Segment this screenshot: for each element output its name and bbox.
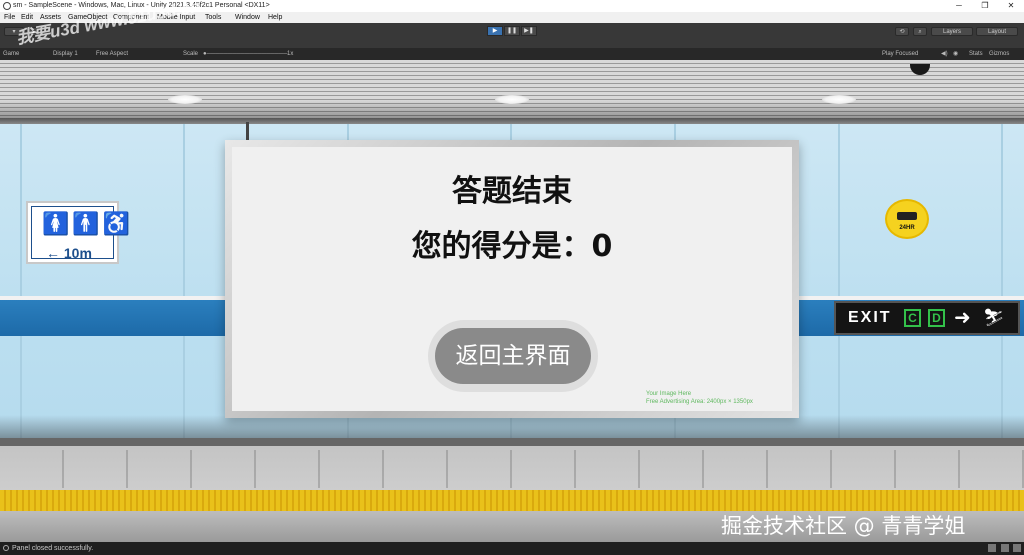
menu-help[interactable]: Help: [268, 12, 282, 23]
minimize-button[interactable]: ─: [946, 0, 972, 12]
restroom-sign: 🚺🚹♿ ← 10m: [26, 201, 130, 264]
arrow-right-icon: ➜: [954, 307, 971, 329]
close-button[interactable]: ✕: [998, 0, 1024, 12]
settings-icon[interactable]: [1013, 544, 1021, 552]
ad-line-2: Free Advertising Area: 2400px × 1350px: [646, 399, 753, 405]
wall-panel-seam: [183, 124, 185, 440]
status-bar: Panel closed successfully.: [0, 542, 1024, 555]
unity-logo-icon: [3, 2, 11, 10]
quiz-end-title: 答题结束: [452, 174, 572, 209]
stats-button[interactable]: Stats: [969, 48, 983, 60]
history-icon[interactable]: ⟲: [895, 27, 909, 36]
play-controls: ▶ ❚❚ ▶❚: [487, 26, 537, 36]
exit-sign: EXIT C D ➜ ⛷: [834, 301, 1020, 335]
menu-window[interactable]: Window: [235, 12, 260, 23]
menu-file[interactable]: File: [4, 12, 15, 23]
cctv-sign: 24HR: [885, 199, 929, 239]
step-button[interactable]: ▶❚: [521, 26, 537, 36]
wall-panel-seam: [838, 124, 840, 440]
debug-icon[interactable]: [1001, 544, 1009, 552]
wall-shadow: [0, 415, 1024, 440]
progress-icon[interactable]: [988, 544, 996, 552]
floor-tiles: [0, 450, 1024, 488]
aspect-dropdown[interactable]: Free Aspect: [96, 48, 128, 60]
mute-audio-icon[interactable]: ◀): [941, 48, 948, 60]
restroom-icon: 🚺🚹♿: [42, 211, 134, 236]
info-icon: [3, 545, 9, 551]
ceiling-light: [495, 95, 529, 104]
ceiling-light: [822, 95, 856, 104]
wall-panel-seam: [1001, 124, 1003, 440]
menu-tools[interactable]: Tools: [205, 12, 221, 23]
exit-label: EXIT: [848, 309, 892, 326]
wall-panel-seam: [20, 124, 22, 440]
ad-placeholder-text: Your Image Here Free Advertising Area: 2…: [646, 390, 753, 406]
restroom-distance: ← 10m: [46, 245, 92, 261]
billboard-frame: 答题结束 您的得分是：0 返回主界面 Your Image Here Free …: [225, 140, 799, 418]
game-view[interactable]: 🚺🚹♿ ← 10m 24HR EXIT C D ➜ ⛷ 答题结束 您的得分是：0…: [0, 60, 1024, 542]
score-text: 您的得分是：0: [411, 229, 613, 264]
result-panel: 答题结束 您的得分是：0 返回主界面 Your Image Here Free …: [232, 147, 792, 411]
game-view-toolbar: Game Display 1 Free Aspect Scale ●──────…: [0, 48, 1024, 60]
play-mode-dropdown[interactable]: Play Focused: [882, 48, 918, 60]
play-button[interactable]: ▶: [487, 26, 503, 36]
restroom-sign-border: 🚺🚹♿ ← 10m: [31, 206, 130, 261]
scale-value: 1x: [287, 51, 294, 57]
camera-icon: [897, 212, 917, 220]
escalator-icon: ⛷: [983, 308, 1005, 327]
back-to-main-button[interactable]: 返回主界面: [428, 320, 598, 392]
exit-line-d: D: [928, 309, 945, 327]
scale-slider[interactable]: ●───────────────────: [203, 48, 287, 60]
tactile-warning-strip: [0, 490, 1024, 511]
exit-line-c: C: [904, 309, 921, 327]
billboard-hanger: [246, 122, 249, 140]
pause-button[interactable]: ❚❚: [504, 26, 520, 36]
ad-line-1: Your Image Here: [646, 391, 692, 397]
watermark-bottom-right: 掘金技术社区 @ 青青学姐: [721, 514, 966, 538]
search-icon[interactable]: ⌕: [913, 27, 927, 36]
visibility-icon[interactable]: ◉: [953, 48, 958, 60]
scale-label: Scale: [183, 51, 199, 57]
gizmos-button[interactable]: Gizmos: [989, 48, 1009, 60]
status-message[interactable]: Panel closed successfully.: [12, 542, 93, 555]
ceiling-light: [168, 95, 202, 104]
maximize-button[interactable]: ❐: [972, 0, 998, 12]
cctv-label: 24HR: [899, 225, 915, 231]
layout-dropdown[interactable]: Layout: [976, 27, 1018, 36]
layers-dropdown[interactable]: Layers: [931, 27, 973, 36]
baseboard: [0, 438, 1024, 446]
tab-game[interactable]: Game: [3, 48, 19, 60]
display-dropdown[interactable]: Display 1: [53, 48, 78, 60]
back-to-main-label[interactable]: 返回主界面: [435, 328, 591, 384]
